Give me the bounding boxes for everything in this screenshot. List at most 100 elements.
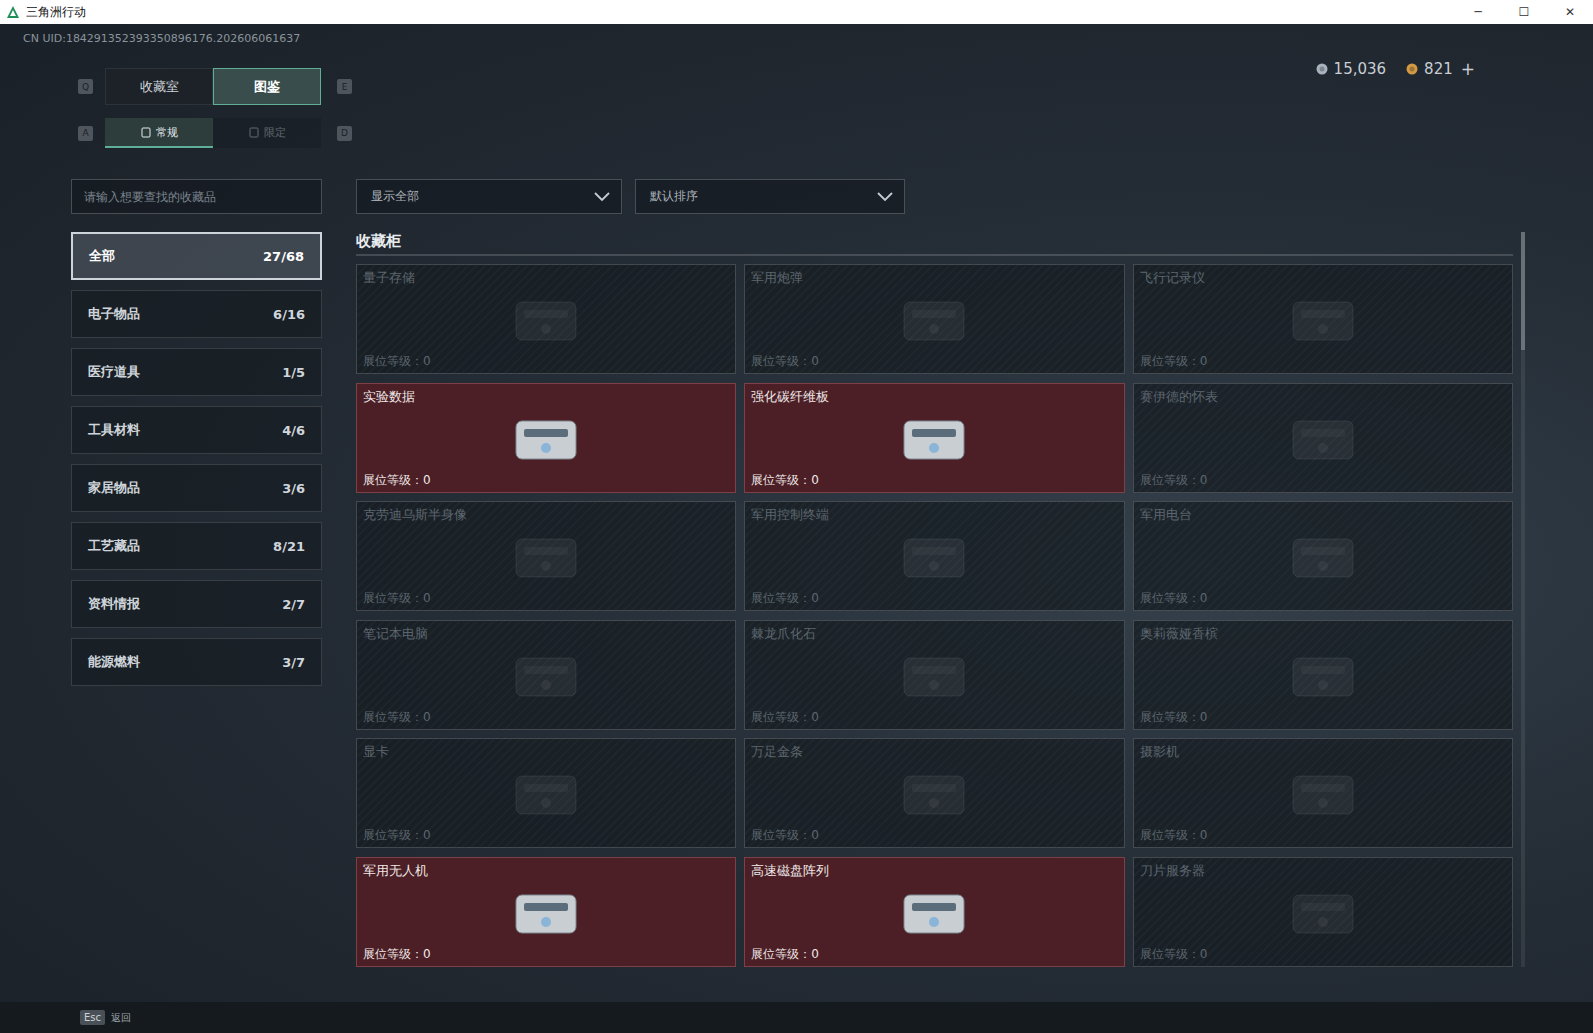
title-bar: 三角洲行动─☐✕ (0, 0, 1593, 24)
category-item[interactable]: 电子物品6/16 (71, 290, 322, 338)
category-item[interactable]: 资料情报2/7 (71, 580, 322, 628)
search-field[interactable] (71, 179, 322, 214)
item-art (751, 405, 1117, 473)
item-card[interactable]: 万足金条展位等级：0 (744, 738, 1124, 848)
item-card[interactable]: 笔记本电脑展位等级：0 (356, 620, 736, 730)
item-name: 摄影机 (1140, 744, 1506, 760)
item-level: 展位等级：0 (1140, 710, 1506, 725)
item-card[interactable]: 显卡展位等级：0 (356, 738, 736, 848)
filter-dropdown[interactable]: 默认排序 (635, 179, 905, 214)
coin-icon (1406, 63, 1418, 75)
item-art (363, 286, 729, 354)
item-card[interactable]: 棘龙爪化石展位等级：0 (744, 620, 1124, 730)
item-art (1140, 286, 1506, 354)
item-art (363, 760, 729, 828)
item-name: 棘龙爪化石 (751, 626, 1117, 642)
item-art (1140, 523, 1506, 591)
item-level: 展位等级：0 (363, 828, 729, 843)
chevron-down-icon (876, 191, 894, 203)
main-tab[interactable]: 收藏室 (105, 68, 213, 105)
add-button[interactable]: + (1461, 59, 1475, 79)
content: CN UID:184291352393350896176.20260606163… (0, 24, 1593, 1002)
item-name: 军用炮弹 (751, 270, 1117, 286)
key-hint: A (78, 126, 93, 141)
footer: Esc 返回 (0, 1002, 1593, 1033)
scroll-thumb[interactable] (1521, 232, 1525, 350)
item-card[interactable]: 刀片服务器展位等级：0 (1133, 857, 1513, 967)
top-row: Q收藏室图鉴E15,036821+ (0, 68, 1593, 105)
key-hint: Esc (80, 1010, 105, 1025)
item-icon (886, 409, 982, 469)
app-logo-icon (6, 5, 20, 19)
item-card[interactable]: 军用电台展位等级：0 (1133, 501, 1513, 611)
category-item[interactable]: 工具材料4/6 (71, 406, 322, 454)
item-card[interactable]: 量子存储展位等级：0 (356, 264, 736, 374)
item-card[interactable]: 军用无人机展位等级：0 (356, 857, 736, 967)
currency-bar: 15,036 821 + (1316, 59, 1475, 79)
sub-tab[interactable]: 限定 (213, 118, 321, 148)
filter-dropdown[interactable]: 显示全部 (356, 179, 622, 214)
item-art (1140, 405, 1506, 473)
item-level: 展位等级：0 (1140, 828, 1506, 843)
item-icon (886, 646, 982, 706)
item-card[interactable]: 摄影机展位等级：0 (1133, 738, 1513, 848)
key-hint: D (337, 126, 352, 141)
item-level: 展位等级：0 (751, 591, 1117, 606)
item-level: 展位等级：0 (1140, 591, 1506, 606)
item-name: 实验数据 (363, 389, 729, 405)
item-name: 强化碳纤维板 (751, 389, 1117, 405)
shelf: 收藏柜量子存储展位等级：0军用炮弹展位等级：0飞行记录仪展位等级：0实验数据展位… (356, 232, 1526, 967)
item-icon (498, 409, 594, 469)
coin-icon (1316, 63, 1328, 75)
main-tab[interactable]: 图鉴 (213, 68, 321, 105)
item-icon (1275, 646, 1371, 706)
item-name: 奥莉薇娅香槟 (1140, 626, 1506, 642)
item-card[interactable]: 高速磁盘阵列展位等级：0 (744, 857, 1124, 967)
item-card[interactable]: 强化碳纤维板展位等级：0 (744, 383, 1124, 493)
category-item[interactable]: 医疗道具1/5 (71, 348, 322, 396)
sub-tab[interactable]: 常规 (105, 118, 213, 148)
item-art (1140, 760, 1506, 828)
item-level: 展位等级：0 (1140, 354, 1506, 369)
uid-label: CN UID:184291352393350896176.20260606163… (23, 32, 1593, 46)
category-item[interactable]: 工艺藏品8/21 (71, 522, 322, 570)
item-level: 展位等级：0 (1140, 947, 1506, 962)
item-art (363, 642, 729, 710)
item-card[interactable]: 克劳迪乌斯半身像展位等级：0 (356, 501, 736, 611)
item-level: 展位等级：0 (751, 710, 1117, 725)
item-icon (498, 527, 594, 587)
category-item[interactable]: 家居物品3/6 (71, 464, 322, 512)
currency: 15,036 (1316, 60, 1387, 78)
item-art (1140, 642, 1506, 710)
item-card[interactable]: 实验数据展位等级：0 (356, 383, 736, 493)
category-list: 全部27/68 电子物品6/16 医疗道具1/5 工具材料4/6 家居物品3/6 工艺藏品… (71, 232, 322, 686)
item-card[interactable]: 奥莉薇娅香槟展位等级：0 (1133, 620, 1513, 730)
item-card[interactable]: 赛伊德的怀表展位等级：0 (1133, 383, 1513, 493)
item-icon (498, 764, 594, 824)
item-level: 展位等级：0 (1140, 473, 1506, 488)
sub-tabs: A 常规限定 D (78, 118, 1593, 148)
category-item[interactable]: 能源燃料3/7 (71, 638, 322, 686)
item-icon (886, 883, 982, 943)
item-art (363, 523, 729, 591)
collection-screen: 三角洲行动─☐✕ CN UID:184291352393350896176.202… (0, 0, 1593, 1033)
currency: 821 (1406, 60, 1453, 78)
item-icon (1275, 764, 1371, 824)
tab-icon (141, 127, 151, 138)
category-item[interactable]: 全部27/68 (71, 232, 322, 280)
window-control[interactable]: ─ (1455, 5, 1501, 19)
item-card[interactable]: 军用控制终端展位等级：0 (744, 501, 1124, 611)
sub-tab-row: A 常规限定 D (0, 118, 1593, 148)
window-control[interactable]: ✕ (1547, 5, 1593, 19)
key-hint: Q (78, 79, 93, 94)
item-art (1140, 879, 1506, 947)
item-grid: 量子存储展位等级：0军用炮弹展位等级：0飞行记录仪展位等级：0实验数据展位等级：… (356, 264, 1513, 967)
item-card[interactable]: 飞行记录仪展位等级：0 (1133, 264, 1513, 374)
scrollbar[interactable] (1521, 232, 1525, 967)
item-level: 展位等级：0 (751, 828, 1117, 843)
item-level: 展位等级：0 (751, 473, 1117, 488)
item-card[interactable]: 军用炮弹展位等级：0 (744, 264, 1124, 374)
back-button[interactable]: 返回 (111, 1011, 131, 1025)
window-control[interactable]: ☐ (1501, 5, 1547, 19)
chevron-down-icon (593, 191, 611, 203)
